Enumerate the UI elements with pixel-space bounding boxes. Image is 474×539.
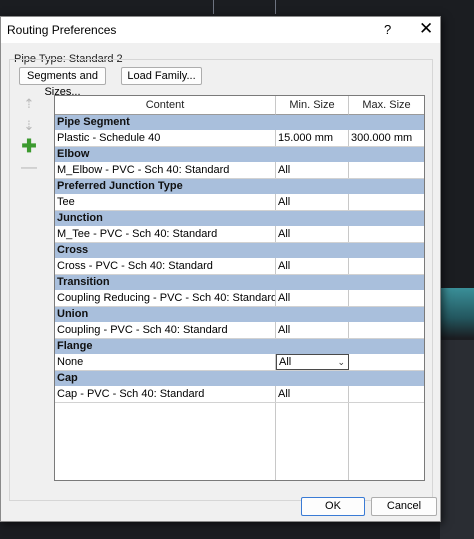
section-header: Preferred Junction Type xyxy=(55,179,424,194)
background-panel xyxy=(440,340,474,539)
section-header: Junction xyxy=(55,211,424,226)
max-size-cell[interactable] xyxy=(349,194,424,210)
min-size-cell[interactable]: All xyxy=(276,258,349,274)
content-cell[interactable]: None xyxy=(55,354,276,370)
column-header-content[interactable]: Content xyxy=(55,96,276,115)
section-header: Cap xyxy=(55,371,424,386)
content-cell[interactable]: Cap - PVC - Sch 40: Standard xyxy=(55,386,276,402)
min-size-cell[interactable]: 15.000 mm xyxy=(276,130,349,146)
title-bar: Routing Preferences ? ✕ xyxy=(1,17,440,43)
section-header: Transition xyxy=(55,275,424,290)
table-row[interactable]: Tee All xyxy=(55,194,424,211)
column-divider xyxy=(275,403,276,480)
table-row[interactable]: Coupling - PVC - Sch 40: Standard All xyxy=(55,322,424,339)
content-cell[interactable]: Coupling - PVC - Sch 40: Standard xyxy=(55,322,276,338)
table-row[interactable]: Cross - PVC - Sch 40: Standard All xyxy=(55,258,424,275)
routing-table: Content Min. Size Max. Size Pipe Segment… xyxy=(54,95,425,481)
chevron-down-icon[interactable]: ⌄ xyxy=(337,355,345,369)
dropdown-value: All xyxy=(279,356,292,368)
ok-button[interactable]: OK xyxy=(301,497,365,516)
section-header: Flange xyxy=(55,339,424,354)
content-cell[interactable]: Coupling Reducing - PVC - Sch 40: Standa… xyxy=(55,290,276,306)
add-row-icon[interactable]: ✚ xyxy=(21,137,37,155)
section-header: Pipe Segment xyxy=(55,115,424,130)
content-cell[interactable]: Plastic - Schedule 40 xyxy=(55,130,276,146)
max-size-cell[interactable] xyxy=(349,226,424,242)
min-size-cell[interactable]: All xyxy=(276,386,349,402)
table-row[interactable]: M_Tee - PVC - Sch 40: Standard All xyxy=(55,226,424,243)
background-line xyxy=(275,0,276,14)
load-family-button[interactable]: Load Family... xyxy=(121,67,202,85)
column-header-max-size[interactable]: Max. Size xyxy=(349,96,424,115)
max-size-cell[interactable]: 300.000 mm xyxy=(349,130,424,146)
table-row[interactable]: Cap - PVC - Sch 40: Standard All xyxy=(55,386,424,403)
dialog-title: Routing Preferences xyxy=(7,23,117,37)
table-row[interactable]: Coupling Reducing - PVC - Sch 40: Standa… xyxy=(55,290,424,307)
section-header: Cross xyxy=(55,243,424,258)
max-size-cell[interactable] xyxy=(349,322,424,338)
table-row[interactable]: M_Elbow - PVC - Sch 40: Standard All xyxy=(55,162,424,179)
remove-row-icon[interactable]: — xyxy=(21,160,37,176)
section-header: Elbow xyxy=(55,147,424,162)
close-icon[interactable]: ✕ xyxy=(419,19,433,39)
max-size-cell[interactable] xyxy=(349,354,424,370)
help-button[interactable]: ? xyxy=(384,22,391,37)
max-size-cell[interactable] xyxy=(349,290,424,306)
content-cell[interactable]: Tee xyxy=(55,194,276,210)
table-row[interactable]: None All ⌄ xyxy=(55,354,424,371)
content-cell[interactable]: M_Tee - PVC - Sch 40: Standard xyxy=(55,226,276,242)
content-cell[interactable]: M_Elbow - PVC - Sch 40: Standard xyxy=(55,162,276,178)
min-size-cell[interactable]: All xyxy=(276,162,349,178)
background-element xyxy=(440,288,474,338)
max-size-cell[interactable] xyxy=(349,386,424,402)
move-down-icon[interactable]: ⇣ xyxy=(21,118,37,134)
column-header-min-size[interactable]: Min. Size xyxy=(276,96,349,115)
min-size-cell[interactable]: All xyxy=(276,194,349,210)
table-row[interactable]: Plastic - Schedule 40 15.000 mm 300.000 … xyxy=(55,130,424,147)
routing-preferences-dialog: Routing Preferences ? ✕ Pipe Type: Stand… xyxy=(0,16,441,522)
move-up-icon[interactable]: ⇡ xyxy=(21,96,37,112)
min-size-dropdown[interactable]: All ⌄ xyxy=(276,354,349,370)
min-size-cell[interactable]: All xyxy=(276,226,349,242)
max-size-cell[interactable] xyxy=(349,162,424,178)
min-size-cell[interactable]: All xyxy=(276,322,349,338)
section-header: Union xyxy=(55,307,424,322)
cancel-button[interactable]: Cancel xyxy=(371,497,437,516)
max-size-cell[interactable] xyxy=(349,258,424,274)
min-size-cell[interactable]: All xyxy=(276,290,349,306)
background-line xyxy=(213,0,214,14)
segments-and-sizes-button[interactable]: Segments and Sizes... xyxy=(19,67,106,98)
column-divider xyxy=(348,403,349,480)
content-cell[interactable]: Cross - PVC - Sch 40: Standard xyxy=(55,258,276,274)
